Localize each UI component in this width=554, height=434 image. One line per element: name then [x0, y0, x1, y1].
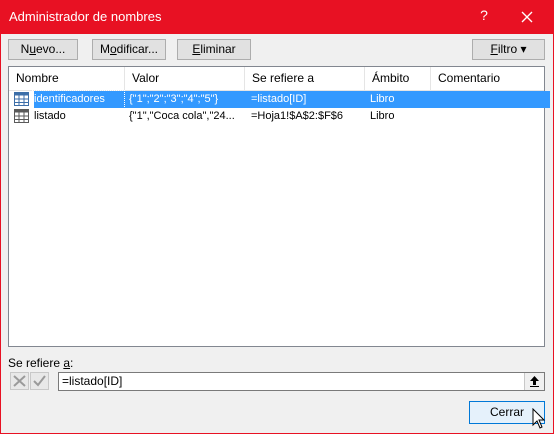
- edit-accesskey: o: [109, 42, 117, 56]
- refers-to-input[interactable]: =listado[ID]: [58, 372, 545, 391]
- row-value: {"1","Coca cola","24...: [129, 110, 235, 122]
- window-title: Administrador de nombres: [9, 9, 162, 24]
- list-header: Nombre Valor Se refiere a Ámbito Comenta…: [9, 67, 544, 91]
- window-border: [0, 34, 1, 434]
- mouse-cursor-icon: [532, 408, 546, 429]
- column-header-value[interactable]: Valor: [125, 67, 245, 90]
- row-scope: Libro: [370, 110, 395, 122]
- new-label-rest: evo...: [36, 42, 66, 56]
- refers-to-label: Se refiere a:: [8, 356, 73, 370]
- help-button[interactable]: ?: [474, 7, 494, 27]
- table-icon: [14, 92, 29, 106]
- checkmark-icon: [33, 375, 46, 387]
- row-comment: [436, 108, 536, 125]
- row-scope: Libro: [370, 93, 395, 105]
- refers-to-colon: :: [70, 356, 74, 370]
- new-accesskey: u: [29, 42, 36, 56]
- collapse-dialog-button[interactable]: [524, 373, 544, 390]
- list-item[interactable]: listado {"1","Coca cola","24... =Hoja1!$…: [9, 108, 544, 125]
- delete-button[interactable]: Eliminar: [177, 39, 251, 60]
- title-bar: Administrador de nombres ?: [0, 0, 554, 34]
- column-header-refers-to[interactable]: Se refiere a: [245, 67, 365, 90]
- close-icon: [521, 11, 533, 23]
- row-refers-to: =listado[ID]: [251, 93, 307, 105]
- column-header-comment[interactable]: Comentario: [431, 67, 544, 90]
- row-refers-to: =Hoja1!$A$2:$F$6: [251, 110, 344, 122]
- column-header-name[interactable]: Nombre: [9, 67, 125, 90]
- cancel-edit-button[interactable]: [10, 372, 29, 390]
- column-header-scope[interactable]: Ámbito: [365, 67, 431, 90]
- up-arrow-icon: [530, 376, 539, 387]
- filter-button[interactable]: Filtro ▾: [472, 39, 545, 60]
- row-value: {"1";"2";"3";"4";"5"}: [129, 93, 219, 105]
- row-name: identificadores: [32, 90, 125, 109]
- edit-label-rest: dificar...: [116, 42, 159, 56]
- new-button[interactable]: Nuevo...: [8, 39, 78, 60]
- refers-to-label-text: Se refiere: [8, 356, 64, 370]
- edit-label: M: [99, 42, 110, 56]
- row-name: listado: [34, 110, 66, 122]
- new-label: N: [20, 42, 30, 56]
- x-icon: [13, 375, 26, 387]
- delete-label: liminar: [200, 42, 236, 56]
- filter-label: iltro ▾: [497, 42, 527, 56]
- confirm-edit-button[interactable]: [30, 372, 49, 390]
- row-comment: [436, 91, 536, 108]
- names-list[interactable]: Nombre Valor Se refiere a Ámbito Comenta…: [8, 66, 550, 347]
- edit-button[interactable]: Modificar...: [92, 39, 166, 60]
- list-item[interactable]: identificadores {"1";"2";"3";"4";"5"} =l…: [9, 90, 550, 109]
- close-window-button[interactable]: [515, 7, 539, 27]
- filter-accesskey: F: [490, 42, 498, 56]
- table-icon: [14, 109, 29, 123]
